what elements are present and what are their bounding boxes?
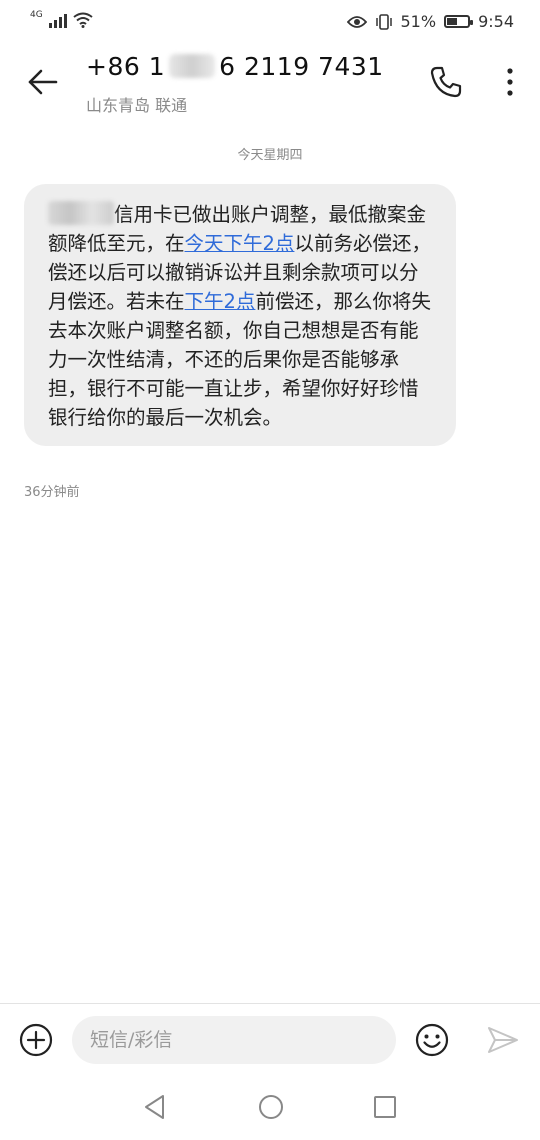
message-timestamp: 36分钟前 — [24, 485, 80, 500]
message-bubble[interactable]: 信用卡已做出账户调整，最低撤案金额降低至元，在今天下午2点以前务必偿还，偿还以后… — [24, 184, 456, 446]
send-icon[interactable] — [486, 1024, 520, 1056]
nav-home-icon[interactable] — [256, 1092, 286, 1122]
number-suffix: 6 2119 7431 — [219, 52, 384, 81]
vibrate-icon — [375, 13, 392, 30]
navigation-bar — [0, 1082, 540, 1140]
emoji-icon[interactable] — [414, 1022, 450, 1058]
network-type: 4G — [30, 10, 43, 20]
date-separator: 今天星期四 — [237, 148, 303, 163]
battery-level-fill — [447, 18, 458, 25]
add-circle-icon[interactable] — [18, 1022, 54, 1058]
message-redaction — [48, 201, 114, 225]
phone-icon[interactable] — [428, 64, 464, 100]
contact-number: +86 1 6 2119 7431 — [86, 52, 384, 81]
status-right: 51% 9:54 — [346, 12, 514, 31]
battery-icon — [444, 15, 474, 28]
clock: 9:54 — [478, 12, 514, 31]
status-left: 4G — [30, 10, 93, 28]
nav-recent-icon[interactable] — [370, 1092, 400, 1122]
nav-back-icon[interactable] — [140, 1092, 170, 1122]
number-redaction — [169, 54, 216, 78]
contact-location: 山东青岛 联通 — [86, 96, 188, 115]
message-input[interactable] — [72, 1016, 396, 1064]
number-prefix: +86 1 — [86, 52, 166, 81]
compose-bar — [0, 1003, 540, 1076]
message-link-time[interactable]: 今天下午2点 — [185, 232, 295, 255]
status-bar: 4G 51% 9:54 — [0, 0, 540, 44]
signal-icon — [48, 14, 67, 28]
more-vertical-icon[interactable] — [500, 64, 520, 100]
battery-percent: 51% — [400, 12, 437, 31]
eye-icon — [346, 15, 367, 28]
message-link-time-2[interactable]: 下午2点 — [185, 290, 256, 313]
wifi-icon — [73, 12, 93, 28]
conversation-header: +86 1 6 2119 7431 山东青岛 联通 — [0, 44, 540, 120]
back-arrow-icon[interactable] — [22, 62, 62, 102]
